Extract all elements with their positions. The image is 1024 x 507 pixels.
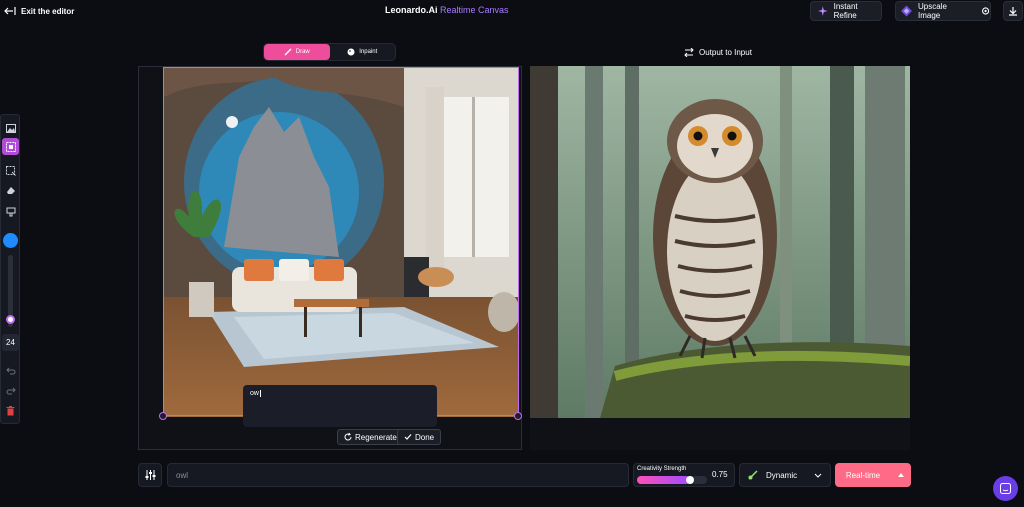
brush-color-swatch[interactable] bbox=[3, 233, 18, 248]
palette-icon bbox=[347, 48, 355, 56]
sparkle-icon bbox=[818, 6, 828, 16]
settings-gear-icon[interactable] bbox=[981, 6, 990, 16]
realtime-label: Real-time bbox=[845, 470, 881, 480]
chat-support-button[interactable] bbox=[993, 476, 1018, 501]
creativity-strength-control: Creativity Strength 0.75 bbox=[633, 463, 735, 487]
trash-icon bbox=[6, 405, 15, 415]
regenerate-button[interactable]: Regenerate bbox=[337, 429, 404, 445]
brush-icon bbox=[284, 48, 292, 56]
upscale-icon bbox=[901, 5, 912, 17]
creativity-strength-fill bbox=[637, 476, 690, 484]
grid-select-icon bbox=[5, 141, 16, 152]
selection-handle-bottom-right[interactable] bbox=[514, 412, 522, 420]
app-title-main: Leonardo.Ai bbox=[385, 5, 438, 15]
style-dropdown[interactable]: Dynamic bbox=[739, 463, 831, 487]
sliders-icon bbox=[145, 470, 155, 480]
inline-prompt-text: ow bbox=[250, 390, 259, 397]
clear-canvas-button[interactable] bbox=[2, 402, 19, 419]
app-title: Leonardo.Ai Realtime Canvas bbox=[385, 5, 509, 15]
paint-bucket-icon bbox=[6, 207, 15, 216]
chat-icon bbox=[1000, 483, 1011, 494]
check-icon bbox=[404, 434, 412, 440]
creativity-strength-value: 0.75 bbox=[712, 470, 728, 479]
tab-inpaint-label: Inpaint bbox=[359, 49, 378, 55]
grid-select-tool[interactable] bbox=[2, 138, 19, 155]
exit-editor-label: Exit the editor bbox=[21, 6, 75, 16]
realtime-menu-toggle[interactable] bbox=[891, 473, 911, 477]
creativity-strength-slider[interactable] bbox=[637, 476, 707, 484]
done-label: Done bbox=[415, 432, 435, 442]
tab-draw[interactable]: Draw bbox=[264, 44, 330, 60]
tab-draw-label: Draw bbox=[295, 49, 310, 55]
brush-size-handle[interactable] bbox=[6, 315, 15, 324]
redo-button[interactable] bbox=[2, 382, 19, 399]
prompt-input[interactable]: owl bbox=[167, 463, 629, 487]
settings-sliders-button[interactable] bbox=[138, 463, 162, 487]
caret-up-icon bbox=[898, 473, 904, 477]
instant-refine-label: Instant Refine bbox=[833, 2, 858, 20]
prompt-input-text: owl bbox=[176, 470, 189, 480]
top-bar: Exit the editor Leonardo.Ai Realtime Can… bbox=[0, 0, 1024, 24]
upscale-image-label: Upscale Image bbox=[917, 2, 947, 20]
mode-tabs: Draw Inpaint bbox=[263, 43, 396, 61]
output-to-input-label: Output to Input bbox=[699, 47, 752, 57]
creativity-strength-label: Creativity Strength bbox=[637, 466, 687, 472]
output-owl-image[interactable] bbox=[530, 66, 910, 418]
done-button[interactable]: Done bbox=[397, 429, 442, 445]
brush-size-slider[interactable] bbox=[6, 255, 15, 327]
output-to-input-button[interactable]: Output to Input bbox=[684, 44, 752, 60]
download-icon bbox=[1009, 7, 1017, 16]
drawing-toolbar: 24 bbox=[0, 114, 20, 424]
inline-prompt-input[interactable]: ow bbox=[243, 385, 437, 427]
regenerate-label: Regenerate bbox=[355, 432, 397, 442]
redo-icon bbox=[6, 387, 16, 394]
app-title-accent: Realtime Canvas bbox=[440, 5, 509, 15]
instant-refine-button[interactable]: Instant Refine bbox=[810, 1, 882, 21]
realtime-button[interactable]: Real-time bbox=[835, 463, 911, 487]
exit-editor-button[interactable]: Exit the editor bbox=[4, 3, 74, 19]
style-brush-icon bbox=[748, 470, 758, 480]
undo-button[interactable] bbox=[2, 362, 19, 379]
selection-handle-bottom-left[interactable] bbox=[159, 412, 167, 420]
tab-inpaint[interactable]: Inpaint bbox=[330, 44, 396, 60]
selection-frame[interactable] bbox=[163, 67, 519, 416]
output-canvas bbox=[530, 66, 910, 450]
swap-icon bbox=[684, 47, 694, 57]
selection-icon bbox=[5, 165, 16, 176]
paint-bucket-tool[interactable] bbox=[2, 203, 19, 220]
refresh-icon bbox=[344, 433, 352, 441]
eraser-icon bbox=[6, 187, 15, 194]
image-tool[interactable] bbox=[2, 120, 19, 137]
selection-tool[interactable] bbox=[2, 162, 19, 179]
style-dropdown-value: Dynamic bbox=[766, 470, 798, 480]
creativity-strength-handle[interactable] bbox=[685, 476, 694, 484]
exit-arrow-icon bbox=[4, 7, 16, 15]
chevron-down-icon bbox=[814, 473, 822, 478]
brush-size-value: 24 bbox=[2, 334, 19, 351]
undo-icon bbox=[5, 367, 15, 374]
image-icon bbox=[5, 124, 16, 133]
download-button[interactable] bbox=[1003, 1, 1023, 21]
upscale-image-button[interactable]: Upscale Image bbox=[895, 1, 991, 21]
eraser-tool[interactable] bbox=[2, 182, 19, 199]
